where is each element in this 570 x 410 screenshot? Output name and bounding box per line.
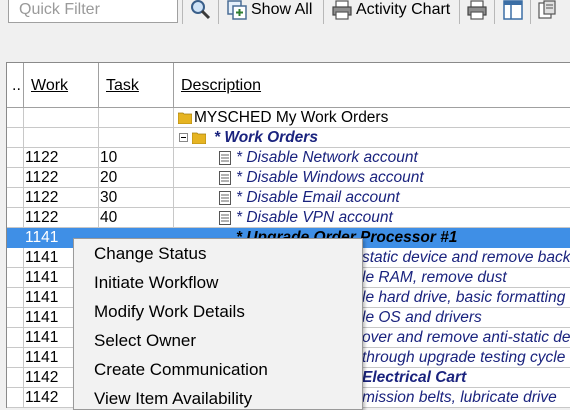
toolbar-separator [323, 0, 324, 24]
task-cell: 20 [99, 168, 174, 188]
tree-root-label: MYSCHED My Work Orders [194, 109, 389, 126]
menu-item-select-owner[interactable]: Select Owner [94, 331, 196, 351]
tree-group-label: * Work Orders [214, 129, 318, 146]
menu-item-create-communication[interactable]: Create Communication [94, 360, 268, 380]
description-cell: * Disable Network account [236, 149, 418, 166]
document-icon [219, 211, 231, 225]
grid-header: .. Work Task Description [7, 63, 570, 108]
table-row[interactable]: 1122 30 * Disable Email account [7, 188, 570, 208]
table-row[interactable]: 1122 10 * Disable Network account [7, 148, 570, 168]
menu-item-change-status[interactable]: Change Status [94, 244, 206, 264]
work-cell: 1122 [24, 168, 99, 188]
magnifier-icon [191, 0, 211, 20]
description-cell: mission belts, lubricate drive [362, 389, 557, 406]
description-cell: le RAM, remove dust [362, 269, 507, 286]
tree-group-row[interactable]: * Work Orders [7, 128, 570, 148]
column-header-task[interactable]: Task [99, 63, 174, 108]
quick-filter-input[interactable] [8, 0, 178, 23]
work-cell: 1122 [24, 188, 99, 208]
export-icon [538, 0, 556, 19]
description-cell: through upgrade testing cycle [362, 349, 566, 366]
folder-icon [178, 112, 192, 124]
show-all-icon [227, 0, 247, 20]
table-row[interactable]: 1122 40 * Disable VPN account [7, 208, 570, 228]
description-cell: le hard drive, basic formatting [362, 289, 566, 306]
task-cell: 40 [99, 208, 174, 228]
toolbar-separator [182, 0, 183, 24]
description-cell: static device and remove back [362, 249, 570, 266]
activity-chart-button[interactable]: Activity Chart [331, 0, 450, 23]
work-cell: 1122 [24, 148, 99, 168]
activity-chart-label: Activity Chart [356, 1, 451, 18]
menu-item-modify-work-details[interactable]: Modify Work Details [94, 302, 245, 322]
printer-icon [332, 0, 352, 20]
task-cell: 30 [99, 188, 174, 208]
toolbar-separator [218, 0, 219, 24]
task-cell: 10 [99, 148, 174, 168]
context-menu: Change Status Initiate Workflow Modify W… [73, 238, 363, 410]
tree-root-row[interactable]: MYSCHED My Work Orders [7, 108, 570, 128]
printer-icon [467, 0, 487, 20]
search-button[interactable] [190, 0, 212, 23]
menu-item-initiate-workflow[interactable]: Initiate Workflow [94, 273, 218, 293]
work-cell: 1122 [24, 208, 99, 228]
toolbar-separator [530, 0, 531, 24]
layout-button[interactable] [502, 0, 524, 23]
folder-icon [192, 132, 206, 144]
column-header-description[interactable]: Description [174, 63, 570, 108]
menu-item-view-item-availability[interactable]: View Item Availability [94, 389, 252, 409]
document-icon [219, 191, 231, 205]
description-cell: * Disable Windows account [236, 169, 424, 186]
print-button[interactable] [466, 0, 488, 23]
show-all-label: Show All [251, 1, 313, 18]
column-header-handle[interactable]: .. [7, 63, 24, 108]
toolbar: Show All Activity Chart [0, 0, 570, 28]
description-cell: over and remove anti-static de [362, 329, 570, 346]
toolbar-separator [459, 0, 460, 24]
table-row[interactable]: 1122 20 * Disable Windows account [7, 168, 570, 188]
layout-icon [503, 0, 523, 20]
description-cell: * Disable Email account [236, 189, 400, 206]
collapse-icon[interactable] [179, 133, 188, 142]
document-icon [219, 151, 231, 165]
description-cell: * Disable VPN account [236, 209, 393, 226]
description-cell: le OS and drivers [362, 309, 482, 326]
column-header-work[interactable]: Work [24, 63, 99, 108]
show-all-button[interactable]: Show All [226, 0, 312, 23]
toolbar-separator [494, 0, 495, 24]
document-icon [219, 171, 231, 185]
export-button[interactable] [536, 0, 558, 23]
description-cell: Electrical Cart [362, 369, 467, 386]
